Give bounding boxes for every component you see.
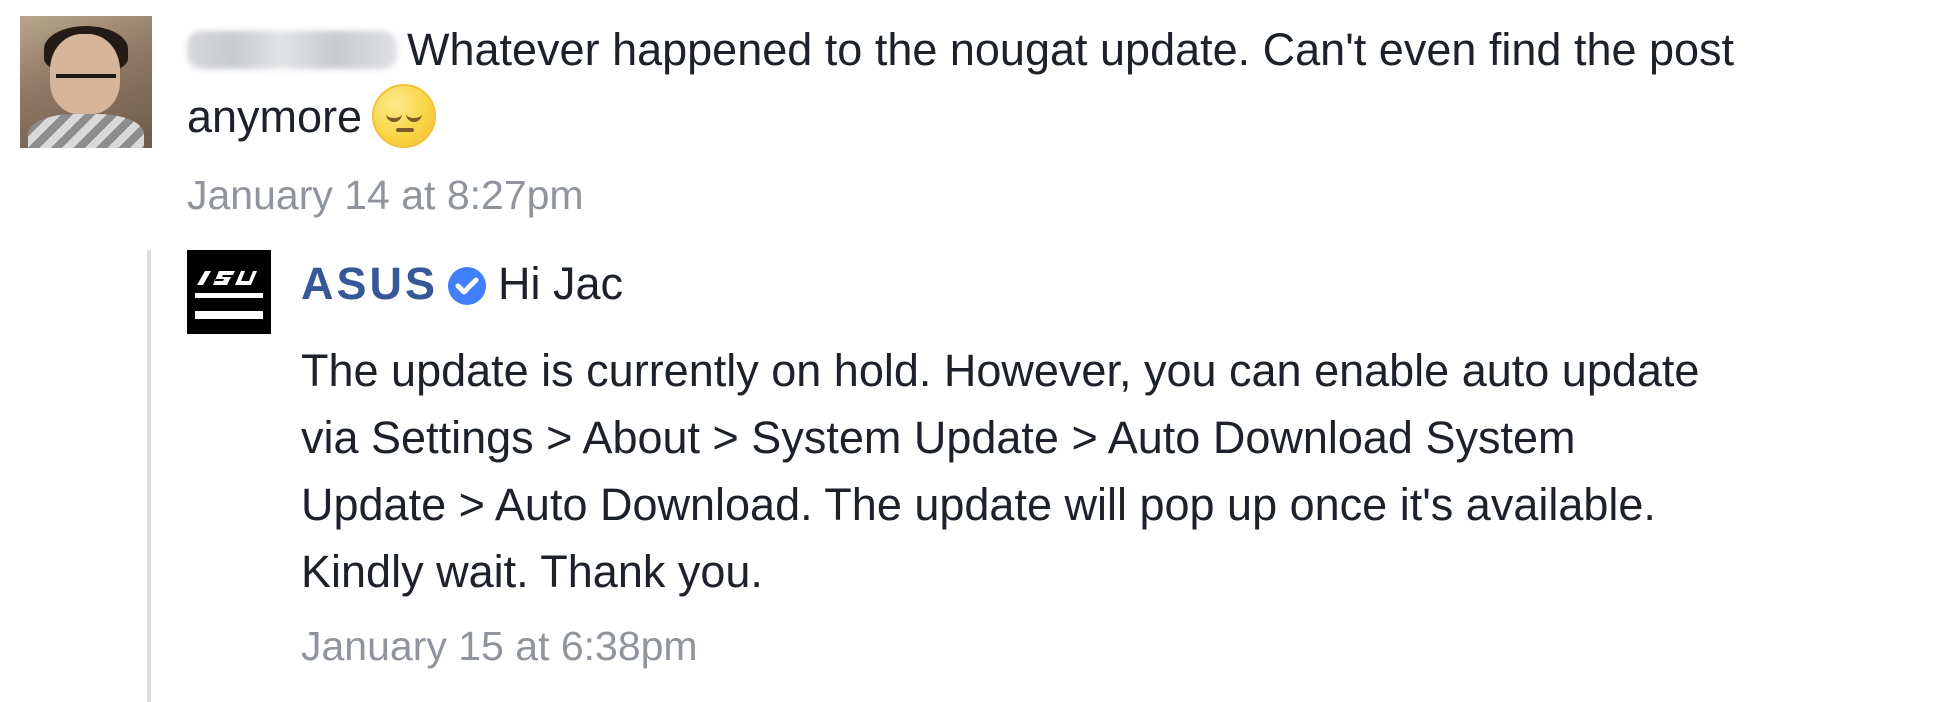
comment-text: Whatever happened to the nougat update. …: [187, 16, 1927, 150]
avatar-glasses: [56, 74, 116, 90]
reply-thread-rail: [147, 250, 151, 702]
comment-body: Whatever happened to the nougat update. …: [187, 16, 1927, 222]
reply-thread: ASUS Hi Jac The update is currently on ho…: [147, 250, 1917, 702]
asus-logo-base: [195, 311, 263, 319]
emoji-left-eye: [386, 110, 403, 122]
emoji-mouth: [396, 128, 415, 132]
emoji-right-eye: [406, 110, 423, 122]
comment-text-line-two: anymore: [187, 91, 363, 142]
reply-timestamp[interactable]: January 15 at 6:38pm: [301, 619, 1891, 673]
asus-logo-wordmark: [195, 270, 263, 291]
pensive-face-emoji: [372, 84, 437, 148]
asus-logo-mark: [197, 271, 257, 285]
comment-text-line-one: Whatever happened to the nougat update. …: [407, 24, 1735, 75]
reply-text: The update is currently on hold. However…: [301, 337, 1891, 605]
avatar-shirt: [28, 114, 144, 148]
blurred-author-name[interactable]: [187, 31, 397, 69]
reply-author-name[interactable]: ASUS: [301, 258, 438, 309]
asus-logo-stripe: [195, 293, 263, 298]
asus-logo-icon[interactable]: [187, 250, 271, 334]
reply-greeting: Hi Jac: [498, 258, 624, 309]
reply-body: ASUS Hi Jac The update is currently on ho…: [301, 250, 1891, 673]
reply-text-line: The update is currently on hold. However…: [301, 345, 1700, 396]
reply-header: ASUS Hi Jac: [301, 250, 1891, 317]
comment-timestamp[interactable]: January 14 at 8:27pm: [187, 168, 1927, 222]
verified-badge-icon: [448, 267, 487, 305]
reply-text-line: Kindly wait. Thank you.: [301, 546, 763, 597]
reply-text-line: Update > Auto Download. The update will …: [301, 479, 1656, 530]
user-avatar-icon[interactable]: [20, 16, 152, 148]
verified-check-icon: [455, 277, 479, 295]
reply-text-line: via Settings > About > System Update > A…: [301, 412, 1576, 463]
